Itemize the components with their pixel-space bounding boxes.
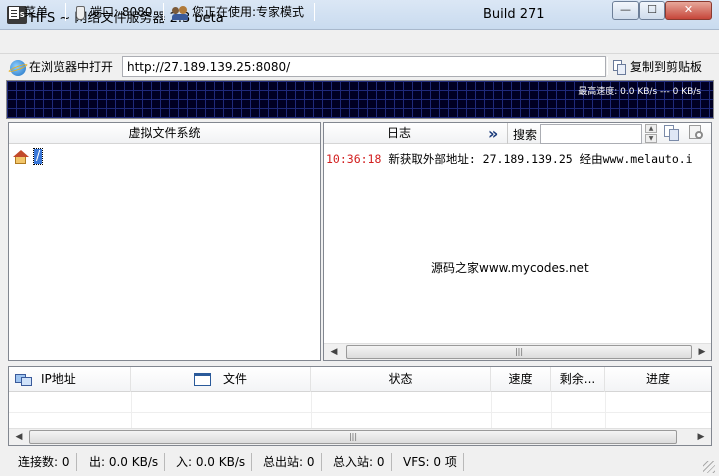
- copy-to-clipboard-button[interactable]: 复制到剪贴板: [613, 58, 702, 76]
- minimize-button[interactable]: —: [612, 1, 639, 20]
- log-search-icon[interactable]: [689, 125, 706, 142]
- search-input[interactable]: [540, 124, 642, 144]
- max-speed-label: 最高速度: 0.0 KB/s --- 0 KB/s: [578, 87, 701, 97]
- search-spin-up-icon[interactable]: ▲: [645, 124, 657, 133]
- menu-label: 菜单: [24, 5, 49, 19]
- row-divider: [491, 392, 492, 428]
- scroll-thumb[interactable]: |||: [29, 430, 677, 444]
- connections-horizontal-scrollbar[interactable]: ◀ ||| ▶: [9, 428, 711, 445]
- scroll-left-icon[interactable]: ◀: [13, 431, 25, 444]
- watermark-text: 源码之家www.mycodes.net: [431, 261, 589, 275]
- log-header-divider: [507, 123, 508, 144]
- minimize-icon: —: [620, 3, 631, 16]
- build-label: Build 271: [483, 7, 545, 22]
- home-icon: [13, 149, 29, 164]
- main-toolbar: [0, 30, 719, 54]
- copy-label: 复制到剪贴板: [630, 60, 703, 74]
- vfs-root-item[interactable]: /: [13, 148, 44, 167]
- toolbar-separator: [314, 3, 315, 21]
- log-panel[interactable]: 日志 » 搜索 10:36:18 新获取外部地址: 27.189.139.25 …: [323, 122, 712, 361]
- expand-log-icon[interactable]: »: [488, 124, 498, 143]
- scroll-right-icon[interactable]: ▶: [696, 346, 708, 359]
- close-icon: ✕: [683, 3, 694, 16]
- toolbar-separator: [607, 57, 608, 75]
- maximize-button[interactable]: ☐: [639, 1, 665, 20]
- log-copy-icon[interactable]: [664, 125, 680, 141]
- log-entry: 10:36:18 新获取外部地址: 27.189.139.25 经由www.me…: [326, 151, 693, 167]
- copy-icon: [613, 60, 626, 75]
- menu-icon: [8, 5, 20, 20]
- port-label: 端口: 8080: [90, 5, 153, 19]
- column-file[interactable]: 文件: [131, 367, 311, 392]
- status-in: 入: 0.0 KB/s: [176, 453, 253, 471]
- row-divider: [551, 392, 552, 428]
- network-computers-icon: [15, 372, 33, 387]
- expert-mode-button[interactable]: 您正在使用:专家模式: [172, 3, 304, 21]
- scroll-left-icon[interactable]: ◀: [328, 346, 340, 359]
- port-button[interactable]: 端口: 8080: [76, 3, 152, 21]
- window-icon: [193, 373, 211, 386]
- column-ip[interactable]: IP地址: [9, 367, 131, 392]
- mode-label: 您正在使用:专家模式: [192, 5, 305, 19]
- connections-table[interactable]: IP地址 文件 状态 速度 剩余... 进度 ◀ ||| ▶: [8, 366, 712, 446]
- column-remaining[interactable]: 剩余...: [551, 367, 605, 392]
- maximize-icon: ☐: [647, 3, 657, 16]
- menu-button[interactable]: 菜单: [8, 3, 48, 21]
- vfs-header: 虚拟文件系统: [9, 123, 320, 144]
- vfs-panel[interactable]: 虚拟文件系统 /: [8, 122, 321, 361]
- toolbar-separator: [65, 3, 66, 21]
- open-browser-label: 在浏览器中打开: [29, 60, 114, 74]
- status-vfs: VFS: 0 项: [403, 453, 464, 471]
- connections-header: IP地址 文件 状态 速度 剩余... 进度: [9, 367, 711, 392]
- browser-icon: [7, 59, 29, 76]
- status-total-in: 总入站: 0: [333, 453, 392, 471]
- url-field[interactable]: [122, 56, 606, 77]
- scroll-thumb[interactable]: |||: [346, 345, 692, 359]
- row-divider: [311, 392, 312, 428]
- plug-icon: [76, 5, 85, 20]
- log-entry-message: 新获取外部地址: 27.189.139.25 经由www.melauto.i: [388, 152, 693, 166]
- row-divider: [605, 392, 606, 428]
- log-entry-time: 10:36:18: [326, 152, 382, 166]
- status-total-out: 总出站: 0: [263, 453, 322, 471]
- search-label: 搜索: [513, 128, 538, 142]
- close-button[interactable]: ✕: [665, 1, 712, 20]
- bandwidth-graph: 最高速度: 0.0 KB/s --- 0 KB/s: [6, 80, 714, 119]
- column-progress[interactable]: 进度: [605, 367, 711, 392]
- search-spin-down-icon[interactable]: ▼: [645, 134, 657, 143]
- column-ip-label: IP地址: [41, 372, 76, 386]
- scroll-right-icon[interactable]: ▶: [695, 431, 707, 444]
- status-bar: 连接数: 0 出: 0.0 KB/s 入: 0.0 KB/s 总出站: 0 总入…: [0, 449, 719, 476]
- log-header-label: 日志: [387, 126, 412, 140]
- log-horizontal-scrollbar[interactable]: ◀ ||| ▶: [324, 343, 711, 360]
- resize-grip-icon[interactable]: [703, 461, 715, 473]
- row-divider: [131, 392, 132, 428]
- users-icon: [172, 5, 188, 20]
- toolbar-separator: [163, 3, 164, 21]
- column-speed[interactable]: 速度: [491, 367, 551, 392]
- open-in-browser-button[interactable]: 在浏览器中打开: [7, 58, 114, 76]
- status-connections: 连接数: 0: [18, 453, 77, 471]
- column-file-label: 文件: [222, 372, 247, 386]
- status-out: 出: 0.0 KB/s: [89, 453, 166, 471]
- vfs-root-label: /: [32, 148, 44, 165]
- column-status[interactable]: 状态: [311, 367, 491, 392]
